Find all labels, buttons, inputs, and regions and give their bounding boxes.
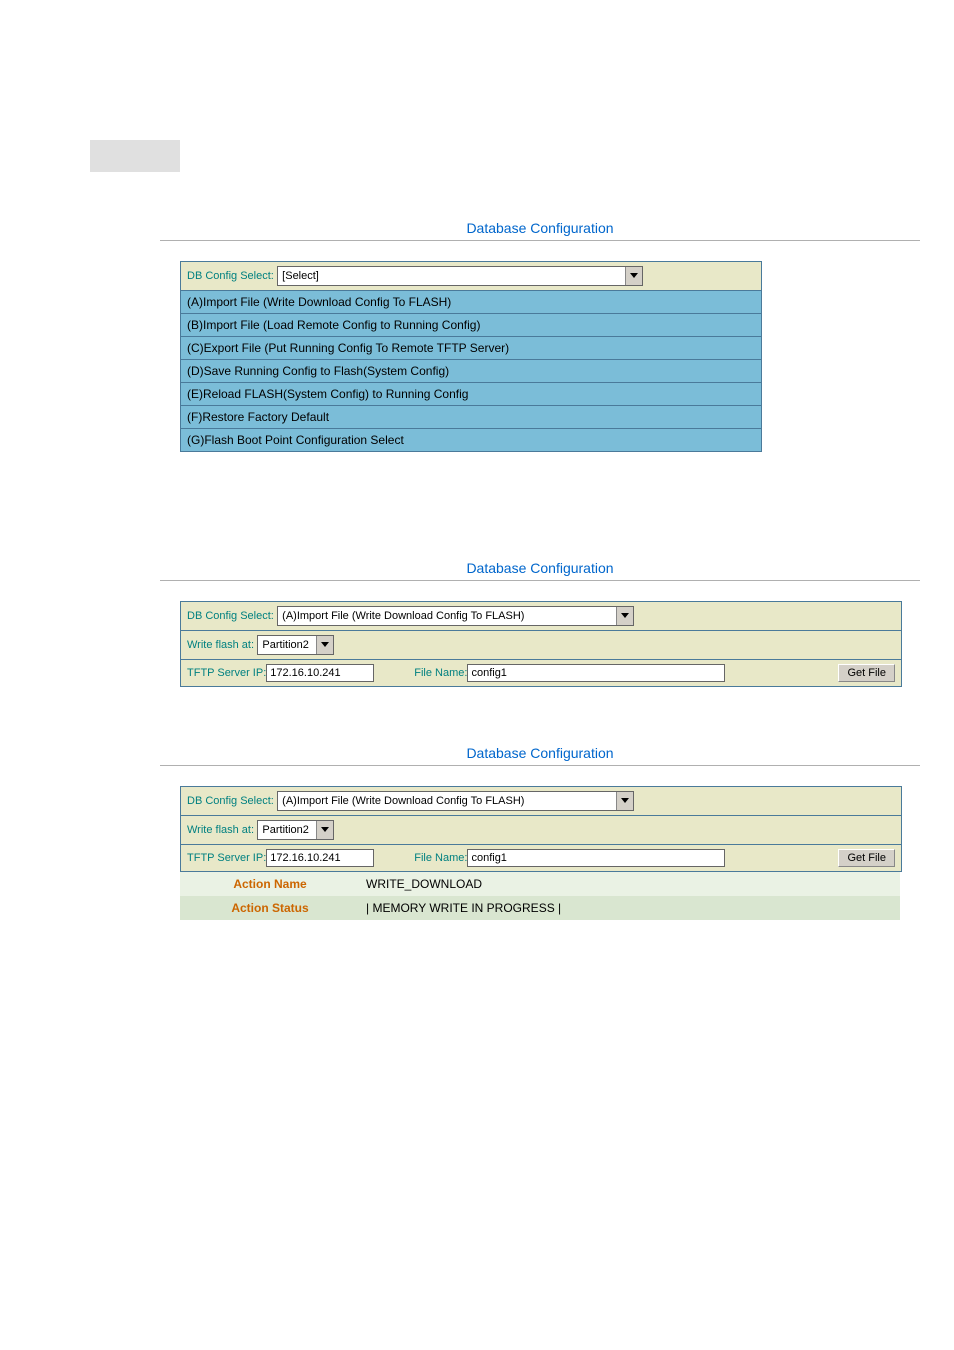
db-config-select-label-2: DB Config Select:	[187, 610, 274, 622]
config-table-1: DB Config Select: [Select] (A)Import Fil…	[180, 261, 762, 452]
get-file-button-3[interactable]: Get File	[838, 849, 895, 867]
action-name-label: Action Name	[180, 872, 360, 896]
option-d[interactable]: (D)Save Running Config to Flash(System C…	[181, 360, 761, 383]
chevron-down-icon	[316, 636, 333, 654]
db-config-select-label-3: DB Config Select:	[187, 795, 274, 807]
write-flash-row-3: Write flash at: Partition2	[181, 816, 901, 845]
write-flash-row-2: Write flash at: Partition2	[181, 631, 901, 660]
db-config-select-label-1: DB Config Select:	[187, 270, 274, 282]
file-name-label-3: File Name:	[414, 852, 467, 864]
write-flash-value-2: Partition2	[258, 639, 316, 651]
db-config-select-value-3: (A)Import File (Write Download Config To…	[278, 795, 616, 807]
page-title-2: Database Configuration	[160, 552, 920, 580]
write-flash-label-3: Write flash at:	[187, 824, 254, 836]
divider-3	[160, 765, 920, 766]
option-g[interactable]: (G)Flash Boot Point Configuration Select	[181, 429, 761, 451]
db-config-select-row-2: DB Config Select: (A)Import File (Write …	[181, 602, 901, 631]
page-title-1: Database Configuration	[160, 212, 920, 240]
chevron-down-icon	[625, 267, 642, 285]
divider-1	[160, 240, 920, 241]
file-name-input-2[interactable]	[467, 664, 725, 682]
tftp-row-2: TFTP Server IP: File Name: Get File	[181, 660, 901, 686]
option-f[interactable]: (F)Restore Factory Default	[181, 406, 761, 429]
tftp-input-2[interactable]	[266, 664, 374, 682]
chevron-down-icon	[616, 607, 633, 625]
write-flash-select-2[interactable]: Partition2	[257, 635, 334, 655]
config-table-2: DB Config Select: (A)Import File (Write …	[180, 601, 902, 687]
action-name-row: Action Name WRITE_DOWNLOAD	[180, 872, 900, 896]
gray-header-block	[90, 140, 180, 172]
option-b[interactable]: (B)Import File (Load Remote Config to Ru…	[181, 314, 761, 337]
db-config-select-3[interactable]: (A)Import File (Write Download Config To…	[277, 791, 634, 811]
get-file-button-2[interactable]: Get File	[838, 664, 895, 682]
file-name-label-2: File Name:	[414, 667, 467, 679]
tftp-label-2: TFTP Server IP:	[187, 667, 266, 679]
chevron-down-icon	[616, 792, 633, 810]
db-config-select-value-1: [Select]	[278, 270, 616, 282]
db-config-select-row-3: DB Config Select: (A)Import File (Write …	[181, 787, 901, 816]
db-config-select-value-2: (A)Import File (Write Download Config To…	[278, 610, 616, 622]
chevron-down-icon	[316, 821, 333, 839]
option-c[interactable]: (C)Export File (Put Running Config To Re…	[181, 337, 761, 360]
action-status-label: Action Status	[180, 896, 360, 920]
tftp-input-3[interactable]	[266, 849, 374, 867]
tftp-label-3: TFTP Server IP:	[187, 852, 266, 864]
config-table-3: DB Config Select: (A)Import File (Write …	[180, 786, 902, 872]
write-flash-select-3[interactable]: Partition2	[257, 820, 334, 840]
db-config-select-row-1: DB Config Select: [Select]	[181, 262, 761, 291]
page-title-3: Database Configuration	[160, 737, 920, 765]
action-status-row: Action Status | MEMORY WRITE IN PROGRESS…	[180, 896, 900, 920]
divider-2	[160, 580, 920, 581]
option-a[interactable]: (A)Import File (Write Download Config To…	[181, 291, 761, 314]
option-e[interactable]: (E)Reload FLASH(System Config) to Runnin…	[181, 383, 761, 406]
db-config-select-1[interactable]: [Select]	[277, 266, 643, 286]
action-status-value: | MEMORY WRITE IN PROGRESS |	[360, 896, 900, 920]
file-name-input-3[interactable]	[467, 849, 725, 867]
write-flash-label-2: Write flash at:	[187, 639, 254, 651]
action-name-value: WRITE_DOWNLOAD	[360, 872, 900, 896]
write-flash-value-3: Partition2	[258, 824, 316, 836]
db-config-select-2[interactable]: (A)Import File (Write Download Config To…	[277, 606, 634, 626]
status-table: Action Name WRITE_DOWNLOAD Action Status…	[180, 872, 900, 920]
tftp-row-3: TFTP Server IP: File Name: Get File	[181, 845, 901, 871]
